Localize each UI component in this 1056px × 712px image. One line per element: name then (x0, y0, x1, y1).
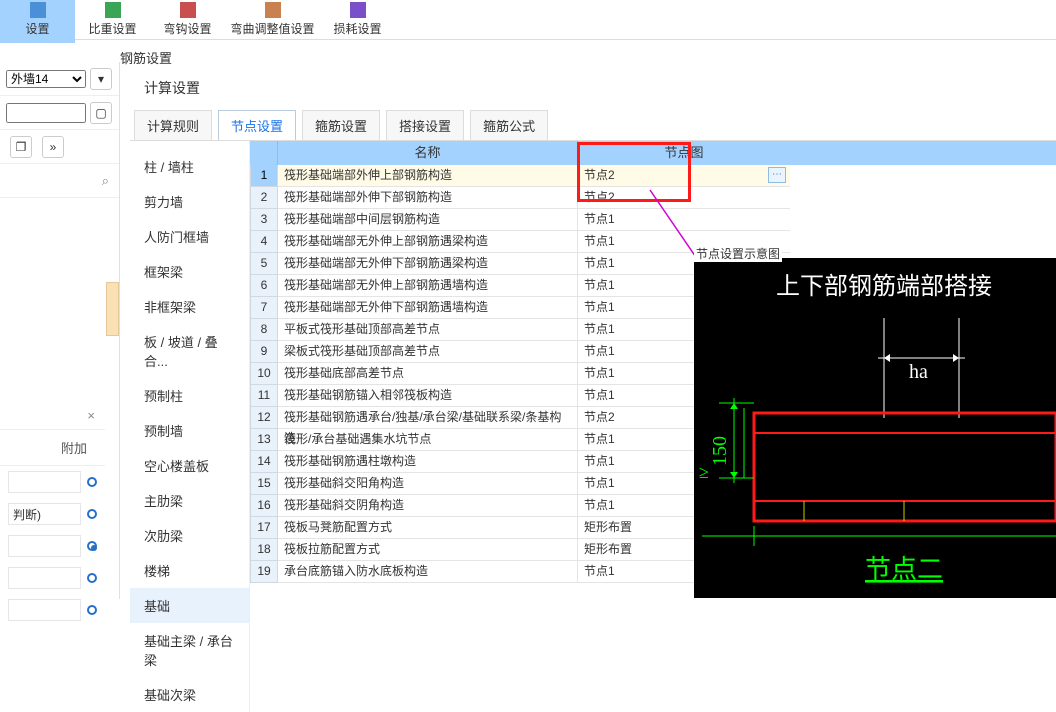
ellipsis-button[interactable]: ⋯ (768, 167, 786, 183)
option-row[interactable] (0, 562, 105, 594)
toolbar-setting[interactable]: 设置 (0, 0, 75, 43)
table-row[interactable]: 3筏形基础端部中间层钢筋构造节点1 (250, 209, 1056, 231)
left-panel-2: × 附加 判断) (0, 402, 105, 626)
main-tabs: 计算规则节点设置箍筋设置搭接设置箍筋公式 (130, 106, 1056, 141)
category-item[interactable]: 基础 (130, 588, 249, 623)
radio-icon[interactable] (87, 605, 97, 615)
tab-gjgs[interactable]: 箍筋公式 (470, 110, 548, 140)
radio-icon[interactable] (87, 573, 97, 583)
panel2-sub: 附加 (0, 430, 105, 466)
table-row[interactable]: 1筏形基础端部外伸上部钢筋构造节点2⋯ (250, 165, 1056, 187)
option-row[interactable]: 判断) (0, 498, 105, 530)
left-more-icon[interactable]: » (42, 136, 64, 158)
radio-icon[interactable] (87, 541, 97, 551)
category-item[interactable]: 剪力墙 (130, 184, 249, 219)
toolbar-sunhao[interactable]: 损耗设置 (320, 0, 395, 43)
category-item[interactable]: 预制墙 (130, 413, 249, 448)
grid-header: 名称 节点图 (250, 141, 1056, 165)
svg-text:ha: ha (909, 361, 928, 383)
radio-icon[interactable] (87, 509, 97, 519)
svg-text:150: 150 (709, 436, 731, 466)
diagram-caption: 节点二 (865, 555, 943, 584)
option-row[interactable] (0, 530, 105, 562)
category-item[interactable]: 楼梯 (130, 553, 249, 588)
left-search[interactable]: ⌕ (0, 164, 119, 198)
subheader: 钢筋设置 (110, 42, 182, 73)
table-row[interactable]: 2筏形基础端部外伸下部钢筋构造节点2 (250, 187, 1056, 209)
category-item[interactable]: 空心楼盖板 (130, 448, 249, 483)
left-input-row: ▢ (0, 96, 119, 130)
left-input-btn[interactable]: ▢ (90, 102, 112, 124)
category-item[interactable]: 柱 / 墙柱 (130, 149, 249, 184)
wall-select[interactable]: 外墙14 (6, 70, 86, 88)
category-item[interactable]: 基础主梁 / 承台梁 (130, 623, 249, 677)
left-icons-row: ❐ » (0, 130, 119, 164)
svg-text:≥: ≥ (699, 462, 709, 482)
search-icon: ⌕ (102, 173, 109, 189)
tab-djsz[interactable]: 搭接设置 (386, 110, 464, 140)
left-tool-icon[interactable]: ❐ (10, 136, 32, 158)
category-item[interactable]: 基础次梁 (130, 677, 249, 712)
left-dropdown-row: 外墙14 ▾ (0, 62, 119, 96)
category-item[interactable]: 框架梁 (130, 254, 249, 289)
category-item[interactable]: 预制柱 (130, 378, 249, 413)
tab-jdsz[interactable]: 节点设置 (218, 110, 296, 140)
main-title: 计算设置 (130, 70, 1056, 106)
category-item[interactable]: 人防门框墙 (130, 219, 249, 254)
category-list: 柱 / 墙柱剪力墙人防门框墙框架梁非框架梁板 / 坡道 / 叠合...预制柱预制… (130, 141, 250, 712)
close-icon[interactable]: × (87, 408, 95, 423)
tab-gjsz[interactable]: 箍筋设置 (302, 110, 380, 140)
node-diagram: 上下部钢筋端部搭接 ha 150 ≥ 节点二 (694, 258, 1056, 598)
col-node: 节点图 (578, 141, 790, 165)
category-item[interactable]: 主肋梁 (130, 483, 249, 518)
diagram-label: 节点设置示意图 (694, 245, 782, 262)
toolbar-wanqv[interactable]: 弯曲调整值设置 (225, 0, 320, 43)
option-row[interactable] (0, 466, 105, 498)
left-column: 外墙14 ▾ ▢ ❐ » ⌕ × 附加 判断) (0, 62, 120, 599)
category-item[interactable]: 板 / 坡道 / 叠合... (130, 324, 249, 378)
pink-marker (106, 282, 119, 336)
category-item[interactable]: 次肋梁 (130, 518, 249, 553)
toolbar-bizhong[interactable]: 比重设置 (75, 0, 150, 43)
col-name: 名称 (278, 141, 578, 165)
diagram-title: 上下部钢筋端部搭接 (776, 273, 992, 300)
category-item[interactable]: 非框架梁 (130, 289, 249, 324)
dropdown-more-icon[interactable]: ▾ (90, 68, 112, 90)
panel2-header: × (0, 402, 105, 430)
radio-icon[interactable] (87, 477, 97, 487)
table-row[interactable]: 4筏形基础端部无外伸上部钢筋遇梁构造节点1 (250, 231, 1056, 253)
left-input[interactable] (6, 103, 86, 123)
tab-jsgz[interactable]: 计算规则 (134, 110, 212, 140)
top-toolbar: 设置 比重设置 弯钩设置 弯曲调整值设置 损耗设置 (0, 0, 1056, 40)
toolbar-wangou[interactable]: 弯钩设置 (150, 0, 225, 43)
